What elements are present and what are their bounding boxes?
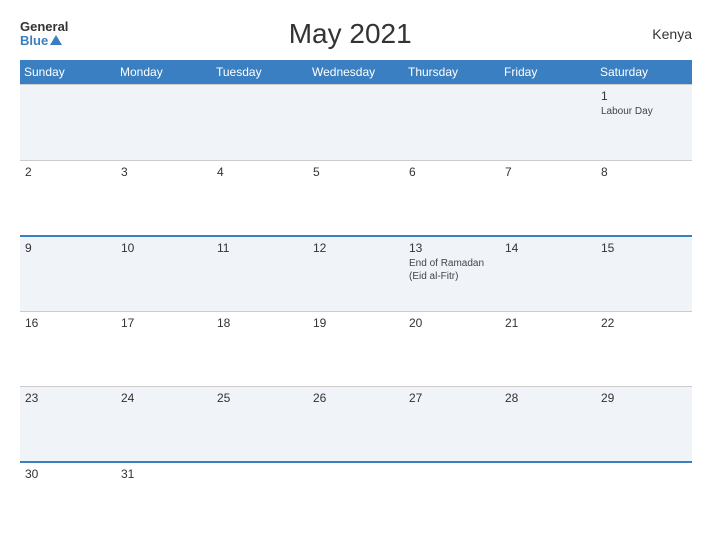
calendar-cell: 5 xyxy=(308,160,404,236)
day-number: 30 xyxy=(25,467,111,481)
calendar-cell: 30 xyxy=(20,462,116,538)
header: General Blue May 2021 Kenya xyxy=(20,18,692,50)
day-number: 4 xyxy=(217,165,303,179)
calendar-cell: 17 xyxy=(116,311,212,387)
calendar-cell: 9 xyxy=(20,236,116,312)
calendar-cell: 16 xyxy=(20,311,116,387)
event-label: End of Ramadan (Eid al-Fitr) xyxy=(409,258,484,282)
day-number: 27 xyxy=(409,391,495,405)
logo-blue-text: Blue xyxy=(20,34,48,48)
calendar-cell: 2 xyxy=(20,160,116,236)
day-number: 24 xyxy=(121,391,207,405)
calendar-cell: 25 xyxy=(212,387,308,463)
logo-general-text: General xyxy=(20,20,68,34)
calendar-cell: 22 xyxy=(596,311,692,387)
day-number: 28 xyxy=(505,391,591,405)
day-of-week-header: Wednesday xyxy=(308,60,404,85)
calendar-cell xyxy=(500,462,596,538)
calendar-cell xyxy=(212,85,308,161)
day-number: 31 xyxy=(121,467,207,481)
day-number: 22 xyxy=(601,316,687,330)
day-number: 19 xyxy=(313,316,399,330)
day-of-week-header: Saturday xyxy=(596,60,692,85)
calendar-cell xyxy=(596,462,692,538)
calendar-cell xyxy=(212,462,308,538)
day-number: 29 xyxy=(601,391,687,405)
calendar-cell: 8 xyxy=(596,160,692,236)
calendar-week-row: 30 31 xyxy=(20,462,692,538)
page: General Blue May 2021 Kenya SundayMonday… xyxy=(0,0,712,550)
calendar-cell: 26 xyxy=(308,387,404,463)
day-number: 12 xyxy=(313,241,399,255)
day-number: 13 xyxy=(409,241,495,255)
calendar-cell: 24 xyxy=(116,387,212,463)
day-of-week-header: Monday xyxy=(116,60,212,85)
day-number: 9 xyxy=(25,241,111,255)
calendar-table: SundayMondayTuesdayWednesdayThursdayFrid… xyxy=(20,60,692,538)
calendar-cell: 18 xyxy=(212,311,308,387)
day-number: 6 xyxy=(409,165,495,179)
day-number: 25 xyxy=(217,391,303,405)
calendar-cell: 3 xyxy=(116,160,212,236)
country-label: Kenya xyxy=(632,26,692,42)
calendar-cell: 6 xyxy=(404,160,500,236)
day-of-week-header: Tuesday xyxy=(212,60,308,85)
calendar-cell: 4 xyxy=(212,160,308,236)
calendar-header-row: SundayMondayTuesdayWednesdayThursdayFrid… xyxy=(20,60,692,85)
calendar-cell: 29 xyxy=(596,387,692,463)
calendar-title: May 2021 xyxy=(68,18,632,50)
calendar-cell xyxy=(116,85,212,161)
day-number: 18 xyxy=(217,316,303,330)
day-of-week-header: Sunday xyxy=(20,60,116,85)
calendar-week-row: 2345678 xyxy=(20,160,692,236)
day-number: 26 xyxy=(313,391,399,405)
calendar-cell: 21 xyxy=(500,311,596,387)
logo-triangle-icon xyxy=(50,35,62,45)
day-number: 21 xyxy=(505,316,591,330)
calendar-cell xyxy=(20,85,116,161)
calendar-cell: 31 xyxy=(116,462,212,538)
calendar-cell: 11 xyxy=(212,236,308,312)
calendar-week-row: 23 24 25 26 27 28 29 xyxy=(20,387,692,463)
day-number: 20 xyxy=(409,316,495,330)
calendar-cell: 12 xyxy=(308,236,404,312)
day-number: 7 xyxy=(505,165,591,179)
calendar-cell: 10 xyxy=(116,236,212,312)
day-number: 3 xyxy=(121,165,207,179)
calendar-cell: 15 xyxy=(596,236,692,312)
day-number: 5 xyxy=(313,165,399,179)
calendar-cell xyxy=(308,462,404,538)
calendar-cell: 7 xyxy=(500,160,596,236)
day-number: 8 xyxy=(601,165,687,179)
calendar-cell xyxy=(308,85,404,161)
calendar-cell xyxy=(404,85,500,161)
day-number: 17 xyxy=(121,316,207,330)
calendar-cell: 19 xyxy=(308,311,404,387)
calendar-cell xyxy=(500,85,596,161)
day-of-week-header: Friday xyxy=(500,60,596,85)
calendar-week-row: 16 17 18 19 20 21 22 xyxy=(20,311,692,387)
calendar-cell: 28 xyxy=(500,387,596,463)
event-label: Labour Day xyxy=(601,106,653,117)
calendar-cell: 13 End of Ramadan (Eid al-Fitr) xyxy=(404,236,500,312)
calendar-cell: 23 xyxy=(20,387,116,463)
day-number: 2 xyxy=(25,165,111,179)
day-number: 23 xyxy=(25,391,111,405)
day-number: 11 xyxy=(217,241,303,255)
day-number: 15 xyxy=(601,241,687,255)
calendar-cell: 1 Labour Day xyxy=(596,85,692,161)
calendar-cell: 20 xyxy=(404,311,500,387)
calendar-cell xyxy=(404,462,500,538)
calendar-week-row: 9 10 11 12 13 End of Ramadan (Eid al-Fitr) 14 1… xyxy=(20,236,692,312)
calendar-cell: 27 xyxy=(404,387,500,463)
logo: General Blue xyxy=(20,20,68,49)
day-number: 14 xyxy=(505,241,591,255)
calendar-cell: 14 xyxy=(500,236,596,312)
day-number: 16 xyxy=(25,316,111,330)
day-number: 10 xyxy=(121,241,207,255)
calendar-week-row: 1 Labour Day xyxy=(20,85,692,161)
day-of-week-header: Thursday xyxy=(404,60,500,85)
day-number: 1 xyxy=(601,89,687,103)
